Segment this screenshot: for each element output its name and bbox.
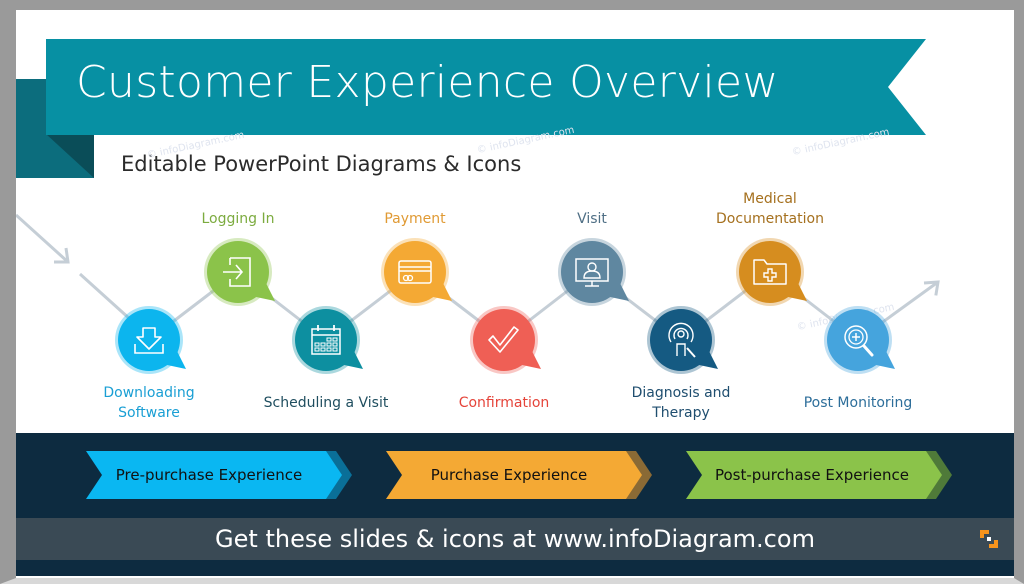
step-bubble-visit[interactable]	[558, 238, 629, 306]
step-bubble-scheduling-a-visit[interactable]	[292, 306, 363, 374]
step-label-line: Scheduling a Visit	[263, 395, 389, 411]
bubble-circle	[650, 309, 712, 371]
step-bubble-downloading-software[interactable]	[115, 306, 186, 374]
bubble-circle	[118, 309, 180, 371]
bubble-circle	[739, 241, 801, 303]
step-label: Post Monitoring	[778, 393, 938, 413]
step-label: Downloading Software	[69, 383, 229, 423]
step-label-line: Therapy	[652, 405, 710, 421]
slide: Customer Experience Overview Editable Po…	[16, 10, 1014, 576]
phase-pre-purchase-label: Pre-purchase Experience	[115, 466, 303, 484]
step-label-line: Post Monitoring	[803, 395, 913, 411]
step-label-line: Confirmation	[458, 395, 550, 411]
step-bubble-medical-documentation[interactable]	[736, 238, 807, 306]
step-bubble-payment[interactable]	[381, 238, 452, 306]
step-label: Scheduling a Visit	[246, 393, 406, 413]
step-label: Confirmation	[424, 393, 584, 413]
bubble-circle	[295, 309, 357, 371]
step-label: Visit	[512, 209, 672, 229]
path-segment	[16, 213, 70, 264]
path-segment	[78, 272, 133, 322]
step-label: Diagnosis and Therapy	[601, 383, 761, 423]
step-label-line: Medical	[743, 191, 797, 207]
step-bubble-diagnosis-and-therapy[interactable]	[647, 306, 718, 374]
step-label-line: Software	[118, 405, 180, 421]
bubble-circle	[561, 241, 623, 303]
step-label-line: Payment	[384, 211, 446, 227]
bubble-circle	[827, 309, 889, 371]
step-label-line: Downloading	[103, 385, 195, 401]
step-bubble-post-monitoring[interactable]	[824, 306, 895, 374]
infodiagram-logo-icon	[980, 530, 998, 548]
step-label: Payment	[335, 209, 495, 229]
phase-purchase-label: Purchase Experience	[430, 466, 588, 484]
step-label: Medical Documentation	[690, 189, 850, 229]
step-label-line: Logging In	[201, 211, 275, 227]
step-label-line: Documentation	[716, 211, 824, 227]
bubble-circle	[384, 241, 446, 303]
footer-link-text[interactable]: Get these slides & icons at www.infoDiag…	[16, 518, 1014, 560]
step-bubble-logging-in[interactable]	[204, 238, 275, 306]
phase-post-purchase-label: Post-purchase Experience	[714, 466, 910, 484]
step-bubble-confirmation[interactable]	[470, 306, 541, 374]
step-label-line: Diagnosis and	[631, 385, 731, 401]
step-label-line: Visit	[577, 211, 607, 227]
step-label: Logging In	[158, 209, 318, 229]
